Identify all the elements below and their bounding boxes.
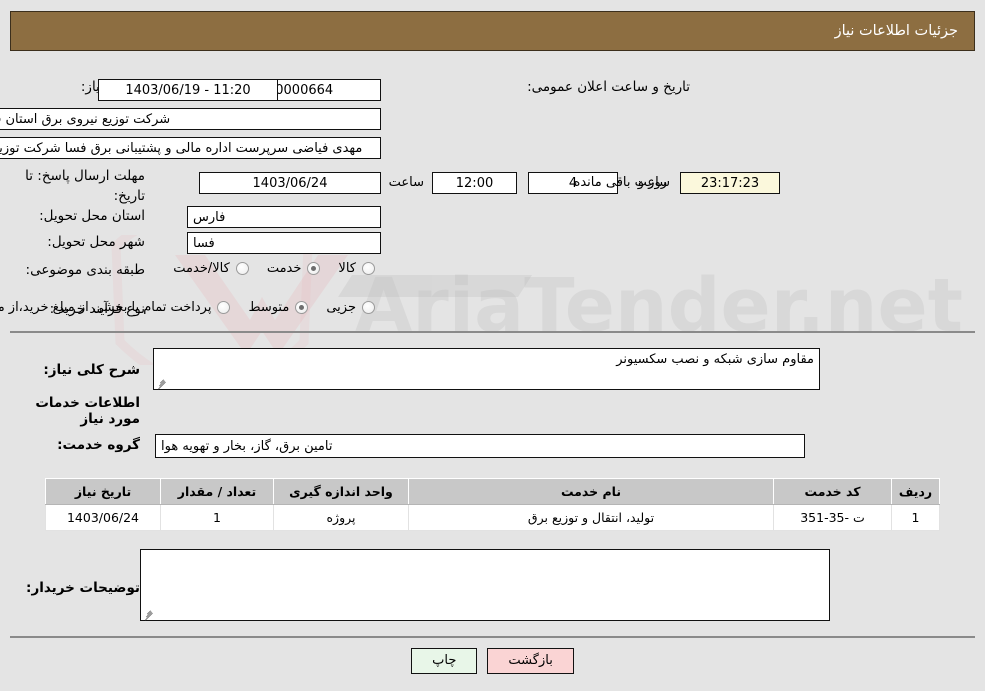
classification-label: طبقه بندی موضوعی: <box>25 262 145 278</box>
radio-icon[interactable] <box>295 301 309 314</box>
services-table-wrapper: ردیف کد خدمت نام خدمت واحد اندازه گیری ت… <box>45 478 940 531</box>
process-option-label: جزیی <box>326 300 356 315</box>
radio-icon[interactable] <box>362 301 375 314</box>
classification-option-khedmat[interactable]: خدمت <box>267 261 321 276</box>
buyer-name-field[interactable]: شرکت توزیع نیروی برق استان فارس <box>0 108 381 130</box>
general-description-label: شرح کلی نیاز: <box>43 362 140 378</box>
delivery-city-field[interactable]: فسا <box>187 232 381 254</box>
delivery-province-label: استان محل تحویل: <box>39 208 145 224</box>
need-details-page: AriaTender.net جزئیات اطلاعات نیاز شماره… <box>0 0 985 691</box>
cell-row-no: 1 <box>891 504 940 531</box>
cell-quantity: 1 <box>160 504 274 531</box>
process-option-treasury-note[interactable]: پرداخت تمام یا بخشی از مبلغ خرید،از محل … <box>0 300 231 315</box>
section-divider-bottom <box>10 636 975 638</box>
services-table: ردیف کد خدمت نام خدمت واحد اندازه گیری ت… <box>45 478 940 531</box>
request-creator-field[interactable]: مهدی فیاضی سرپرست اداره مالی و پشتیبانی … <box>0 137 381 159</box>
general-description-value: مقاوم سازی شبکه و نصب سکسیونر <box>616 352 814 367</box>
delivery-city-label: شهر محل تحویل: <box>47 234 145 250</box>
radio-icon[interactable] <box>362 262 375 275</box>
radio-icon[interactable] <box>235 262 249 275</box>
classification-label-wrap: طبقه بندی موضوعی: <box>26 262 145 279</box>
announce-label-wrap: تاریخ و ساعت اعلان عمومی: <box>527 79 690 96</box>
back-button[interactable]: بازگشت <box>487 648 574 674</box>
resize-grip-icon[interactable] <box>144 608 154 621</box>
process-option-label: پرداخت تمام یا بخشی از مبلغ خرید،از محل … <box>0 300 212 315</box>
col-service-code: کد خدمت <box>773 478 892 505</box>
announcement-datetime-label: تاریخ و ساعت اعلان عمومی: <box>527 79 690 95</box>
cell-unit: پروژه <box>273 504 409 531</box>
classification-radio-group: کالا خدمت کالا/خدمت <box>173 261 393 276</box>
general-description-textarea[interactable]: مقاوم سازی شبکه و نصب سکسیونر <box>153 348 820 390</box>
resize-grip-icon[interactable] <box>157 377 167 390</box>
cell-need-date: 1403/06/24 <box>45 504 161 531</box>
classification-option-kala[interactable]: کالا <box>338 261 375 276</box>
table-row: 1 ت -35-351 تولید، انتقال و توزیع برق پر… <box>45 504 940 531</box>
service-group-field[interactable]: تامین برق، گاز، بخار و تهویه هوا <box>155 434 805 458</box>
col-quantity: تعداد / مقدار <box>160 478 274 505</box>
footer-buttons: بازگشت چاپ <box>0 648 985 674</box>
classification-option-label: خدمت <box>266 261 302 276</box>
process-option-jozei[interactable]: جزیی <box>326 300 375 315</box>
page-title-bar: جزئیات اطلاعات نیاز <box>10 11 975 51</box>
process-option-label: متوسط <box>248 300 290 315</box>
classification-option-kala-khedmat[interactable]: کالا/خدمت <box>173 261 249 276</box>
delivery-province-field[interactable]: فارس <box>187 206 381 228</box>
classification-option-label: کالا/خدمت <box>173 261 230 276</box>
table-header-row: ردیف کد خدمت نام خدمت واحد اندازه گیری ت… <box>45 478 940 505</box>
watermark-text: AriaTender.net <box>355 263 963 349</box>
cell-service-code: ت -35-351 <box>773 504 892 531</box>
col-service-name: نام خدمت <box>408 478 774 505</box>
cell-service-name: تولید، انتقال و توزیع برق <box>408 504 774 531</box>
services-section-title: اطلاعات خدمات مورد نیاز <box>35 395 140 427</box>
buyer-notes-textarea[interactable] <box>140 549 830 621</box>
radio-icon[interactable] <box>217 301 231 314</box>
announcement-datetime-field[interactable]: 11:20 - 1403/06/19 <box>98 79 278 101</box>
col-need-date: تاریخ نیاز <box>45 478 161 505</box>
purchase-process-radio-group: جزیی متوسط پرداخت تمام یا بخشی از مبلغ خ… <box>0 300 393 315</box>
buyer-notes-label: توضیحات خریدار: <box>26 580 140 596</box>
remaining-hours-label: ساعت باقی مانده <box>573 175 670 190</box>
countdown-field: 23:17:23 <box>680 172 780 194</box>
radio-icon[interactable] <box>307 262 321 275</box>
col-unit: واحد اندازه گیری <box>273 478 409 505</box>
process-option-motavaset[interactable]: متوسط <box>248 300 309 315</box>
city-label-wrap: شهر محل تحویل: <box>47 234 145 251</box>
col-row-no: ردیف <box>891 478 940 505</box>
page-title: جزئیات اطلاعات نیاز <box>834 23 958 39</box>
province-label-wrap: استان محل تحویل: <box>39 208 145 225</box>
print-button[interactable]: چاپ <box>411 648 478 674</box>
classification-option-label: کالا <box>338 261 356 276</box>
section-divider-top <box>10 331 975 333</box>
service-group-label: گروه خدمت: <box>57 437 140 453</box>
